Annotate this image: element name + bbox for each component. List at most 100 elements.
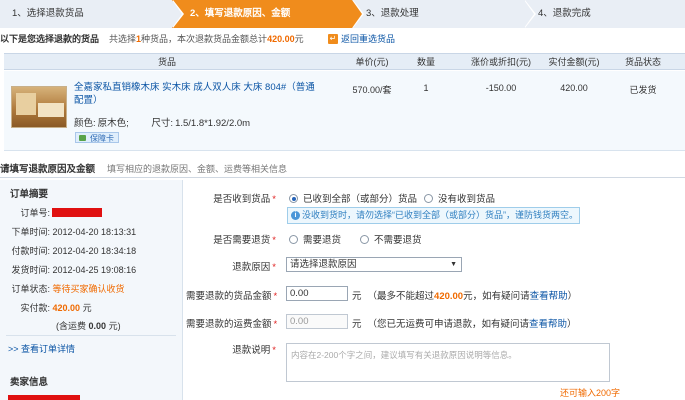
summary-title: 以下是您选择退款的货品 bbox=[0, 34, 100, 44]
reselect-goods-label: 返回重选货品 bbox=[341, 34, 396, 44]
refund-freight-input[interactable]: 0.00 bbox=[286, 314, 348, 329]
refund-section-header: 请填写退款原因及金额 填写相应的退款原因、金额、运费等相关信息 bbox=[0, 161, 685, 178]
required-mark: * bbox=[272, 262, 276, 273]
seller-info-title: 卖家信息 bbox=[10, 377, 49, 388]
reason-label-text: 退款原因 bbox=[232, 262, 271, 273]
paid-label: 付款时间: bbox=[11, 246, 50, 256]
cell-qty: 1 bbox=[423, 83, 429, 93]
freight-help-link[interactable]: 查看帮助 bbox=[529, 319, 567, 330]
progress-steps: 1、选择退款货品 2、填写退款原因、金额 3、退款处理 4、退款完成 bbox=[0, 0, 685, 28]
divider bbox=[6, 335, 176, 336]
return-label: 是否需要退货 * bbox=[186, 232, 276, 246]
created-label: 下单时间: bbox=[11, 227, 50, 237]
note-label-text: 退款说明 bbox=[232, 345, 271, 356]
reason-select-value: 请选择退款原因 bbox=[290, 259, 357, 270]
product-title-link[interactable]: 全嘉家私直销橡木床 实木床 成人双人床 大床 804#（普通配置） bbox=[74, 81, 319, 107]
status-label: 订单状态: bbox=[11, 284, 50, 294]
return-no-option[interactable]: 不需要退货 bbox=[360, 232, 422, 246]
order-summary-panel: 订单摘要 订单号: 下单时间: 2012-04-20 18:13:31 付款时间… bbox=[0, 180, 183, 400]
amount-hint: 元 （最多不能超过420.00元，如有疑问请查看帮助） bbox=[352, 288, 577, 302]
radio-unchecked[interactable] bbox=[289, 235, 298, 244]
required-mark: * bbox=[272, 345, 276, 356]
freight-label-text: 需要退款的运费金额 bbox=[186, 319, 272, 330]
radio-unchecked[interactable] bbox=[360, 235, 369, 244]
step-4: 4、退款完成 bbox=[524, 0, 685, 28]
required-mark: * bbox=[272, 194, 276, 205]
refund-amount-input[interactable]: 0.00 bbox=[286, 286, 348, 301]
shipped-value: 2012-04-25 19:08:16 bbox=[52, 265, 137, 275]
received-yes-option[interactable]: 已收到全部（或部分）货品 bbox=[289, 191, 417, 205]
return-yes-label: 需要退货 bbox=[303, 235, 342, 246]
cell-status: 已发货 bbox=[629, 85, 657, 95]
amount-max: 420.00 bbox=[434, 291, 464, 302]
product-attributes: 颜色: 原木色; 尺寸: 1.5/1.8*1.92/2.0m bbox=[74, 115, 250, 129]
received-tip: i 没收到货时，请勿选择“已收到全部（或部分）货品”，谨防钱货两空。 bbox=[287, 207, 580, 224]
amount-unit: 元 bbox=[352, 291, 362, 302]
note-label: 退款说明 * bbox=[186, 342, 276, 356]
order-detail-link[interactable]: >> 查看订单详情 bbox=[8, 342, 75, 355]
color-value: 原木色; bbox=[97, 118, 129, 129]
section-desc: 填写相应的退款原因、金额、运费等相关信息 bbox=[107, 164, 288, 174]
reselect-goods-button[interactable]: ↵ 返回重选货品 bbox=[328, 32, 395, 46]
summary-count-prefix: 共选择 bbox=[109, 34, 137, 44]
paid-amount-label: 实付款: bbox=[20, 303, 50, 313]
reason-select[interactable]: 请选择退款原因 ▼ bbox=[286, 257, 462, 272]
refund-note-textarea[interactable]: 内容在2-200个字之间，建议填写有关退款原因说明等信息。 bbox=[286, 343, 610, 382]
created-value: 2012-04-20 18:13:31 bbox=[52, 227, 137, 237]
cell-discount: -150.00 bbox=[485, 83, 517, 93]
freight-unit: 元 bbox=[352, 319, 362, 330]
reason-label: 退款原因 * bbox=[186, 259, 276, 273]
freight-hint-suffix: ） bbox=[567, 319, 577, 330]
step-3: 3、退款处理 bbox=[352, 0, 536, 28]
radio-unchecked[interactable] bbox=[424, 194, 433, 203]
required-mark: * bbox=[272, 235, 276, 246]
dropdown-arrow-icon: ▼ bbox=[450, 261, 457, 268]
paid-row: 付款时间: 2012-04-20 18:34:18 bbox=[0, 244, 136, 257]
order-no-row: 订单号: bbox=[0, 206, 102, 219]
return-label-text: 是否需要退货 bbox=[213, 235, 271, 246]
received-tip-text: 没收到货时，请勿选择“已收到全部（或部分）货品”，谨防钱货两空。 bbox=[302, 210, 578, 220]
return-yes-option[interactable]: 需要退货 bbox=[289, 232, 341, 246]
received-no-label: 没有收到货品 bbox=[438, 194, 496, 205]
size-label: 尺寸: bbox=[151, 118, 174, 129]
order-status-value: 等待买家确认收货 bbox=[52, 284, 125, 294]
shipped-label: 发货时间: bbox=[11, 265, 50, 275]
status-row: 订单状态: 等待买家确认收货 bbox=[0, 282, 125, 295]
amount-hint-suffix: ） bbox=[567, 291, 578, 302]
seller-redacted bbox=[8, 395, 80, 400]
col-paid: 实付金额(元) bbox=[548, 57, 600, 67]
col-qty: 数量 bbox=[416, 57, 435, 67]
shipped-row: 发货时间: 2012-04-25 19:08:16 bbox=[0, 263, 136, 276]
step-3-label: 3、退款处理 bbox=[366, 8, 419, 19]
summary-amount: 420.00 bbox=[267, 34, 295, 44]
received-label: 是否收到货品 * bbox=[186, 191, 276, 205]
paid-value: 2012-04-20 18:34:18 bbox=[52, 246, 137, 256]
summary-amount-unit: 元 bbox=[294, 34, 304, 44]
section-title: 请填写退款原因及金额 bbox=[0, 164, 96, 175]
selection-summary: 以下是您选择退款的货品 共选择1种货品，本次退款货品金额总计420.00元 bbox=[0, 30, 304, 48]
col-status: 货品状态 bbox=[624, 57, 661, 67]
received-no-option[interactable]: 没有收到货品 bbox=[424, 191, 495, 205]
help-link[interactable]: 查看帮助 bbox=[530, 291, 568, 302]
radio-checked[interactable] bbox=[289, 194, 298, 203]
created-row: 下单时间: 2012-04-20 18:13:31 bbox=[0, 225, 136, 238]
goods-table-header: 货品 单价(元) 数量 涨价或折扣(元) 实付金额(元) 货品状态 bbox=[4, 53, 685, 70]
product-image[interactable] bbox=[11, 86, 67, 128]
step-2-label: 2、填写退款原因、金额 bbox=[190, 8, 291, 19]
color-label: 颜色: bbox=[74, 118, 96, 129]
guarantee-card-badge[interactable]: 保障卡 bbox=[75, 132, 119, 143]
col-discount: 涨价或折扣(元) bbox=[471, 57, 531, 67]
step-4-label: 4、退款完成 bbox=[538, 8, 591, 19]
step-2-active: 2、填写退款原因、金额 bbox=[172, 0, 364, 28]
char-counter: 还可输入200字 bbox=[560, 388, 621, 398]
freight-suffix: 元) bbox=[108, 321, 121, 331]
freight-hint: 元 （您已无运费可申请退款，如有疑问请查看帮助） bbox=[352, 316, 577, 330]
summary-count-suffix: 种货品，本次退款货品金额总计 bbox=[141, 34, 268, 44]
step-1: 1、选择退款货品 bbox=[0, 0, 184, 28]
required-mark: * bbox=[273, 291, 278, 302]
goods-table-row: 全嘉家私直销橡木床 实木床 成人双人床 大床 804#（普通配置） 颜色: 原木色… bbox=[4, 71, 685, 151]
back-arrow-icon: ↵ bbox=[328, 34, 338, 44]
freight-hint-text: （您已无运费可申请退款，如有疑问请 bbox=[367, 319, 530, 330]
order-summary-title: 订单摘要 bbox=[10, 189, 49, 200]
size-value: 1.5/1.8*1.92/2.0m bbox=[175, 118, 251, 129]
